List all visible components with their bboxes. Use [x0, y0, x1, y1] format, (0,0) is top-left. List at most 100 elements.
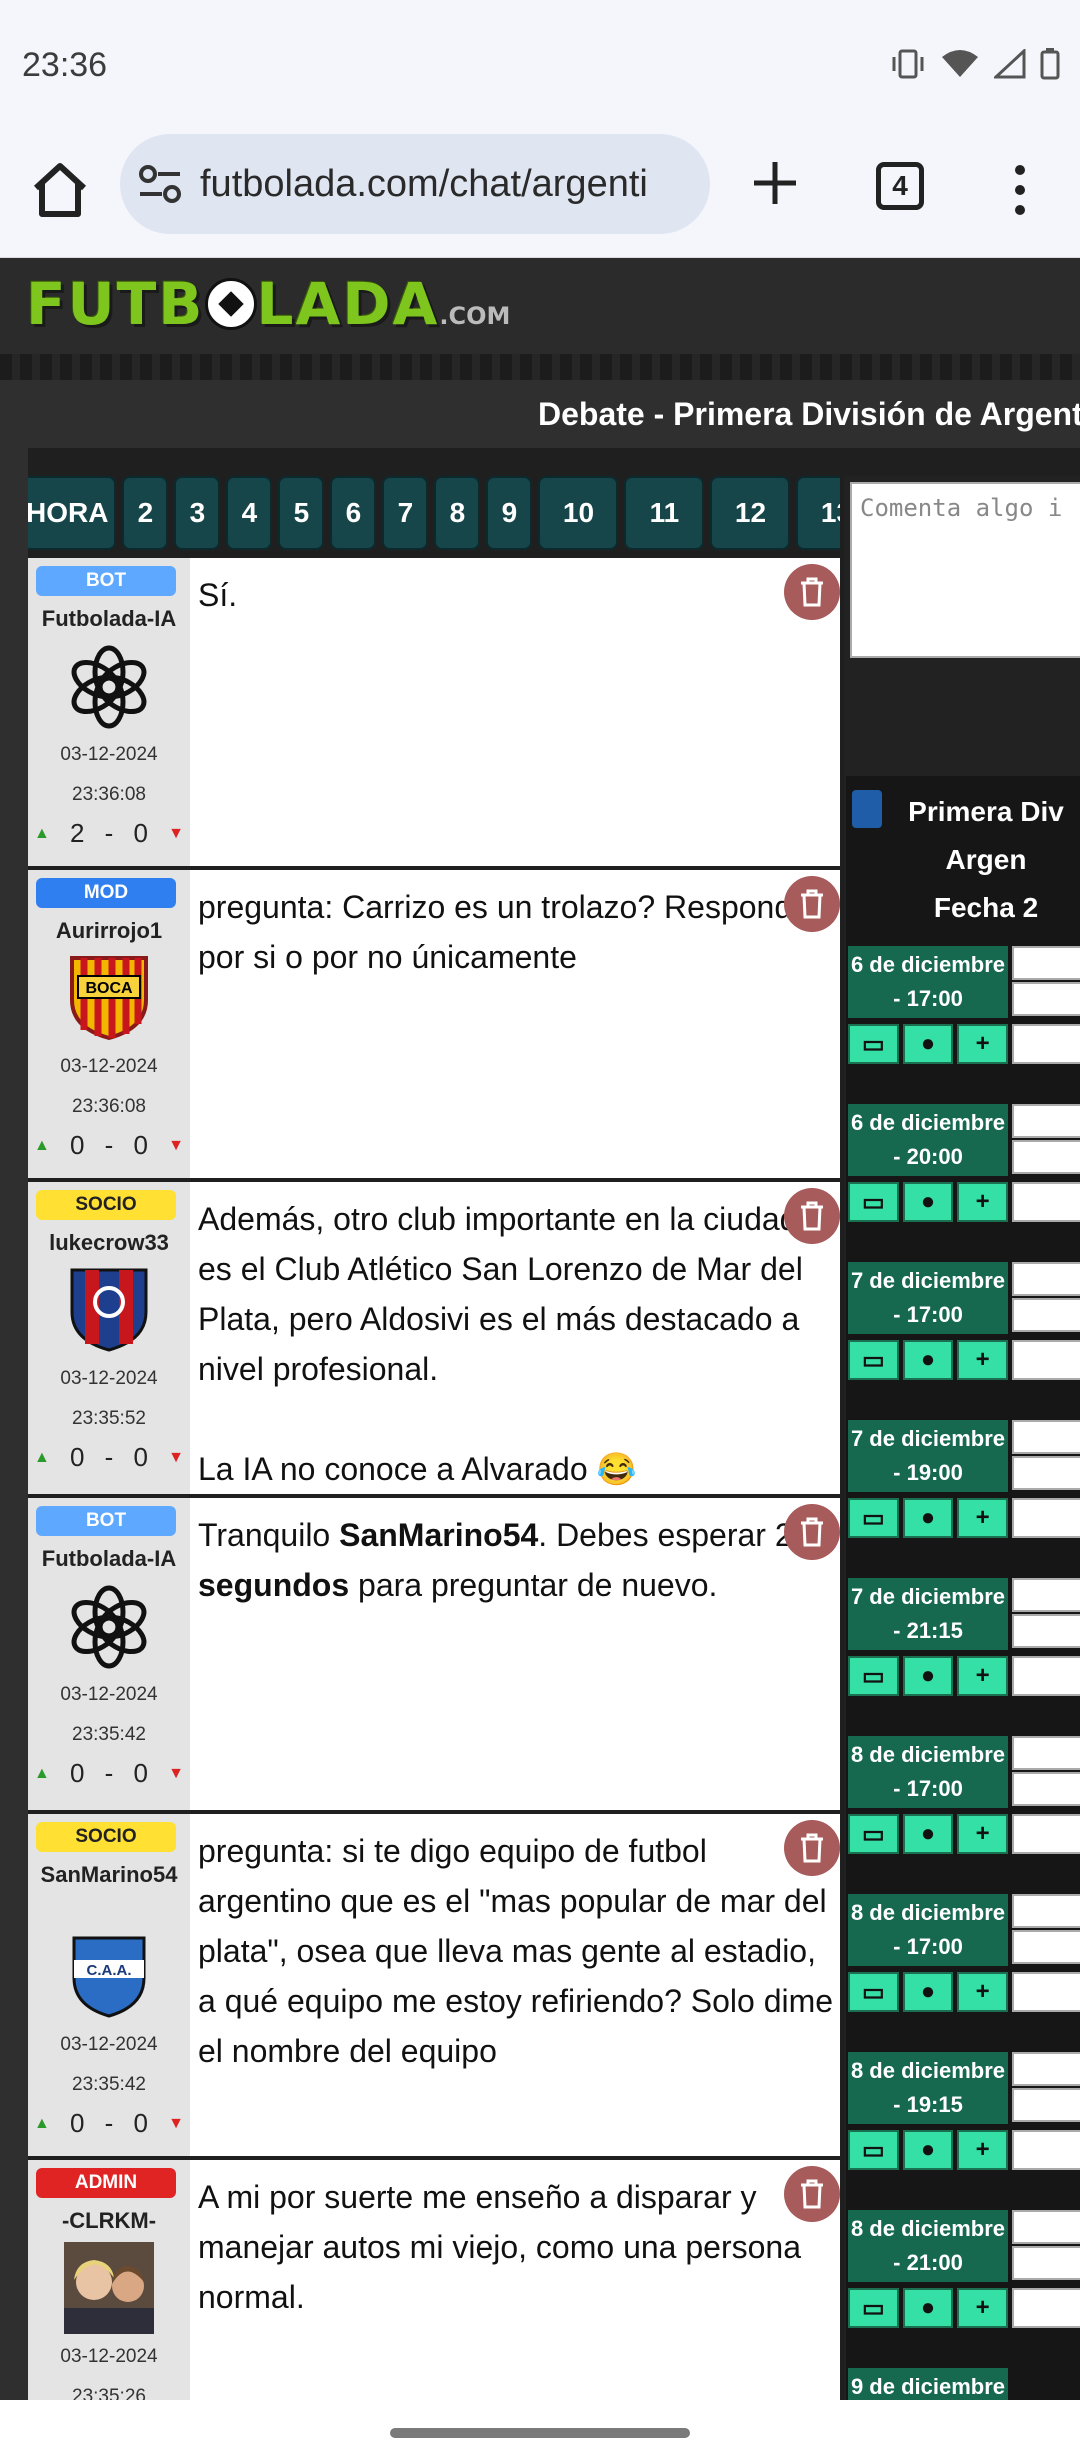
openai-logo-icon [71, 1585, 147, 1669]
thumbs-up-icon[interactable]: ▲ [34, 1449, 50, 1467]
page-button[interactable]: 9 [486, 476, 533, 550]
signal-icon [994, 49, 1026, 79]
add-button[interactable]: + [957, 2288, 1009, 2328]
page-button[interactable]: 4 [226, 476, 273, 550]
fixture-date[interactable]: 7 de diciembre - 17:00 [848, 1262, 1008, 1334]
fixture-date[interactable]: 7 de diciembre - 21:15 [848, 1578, 1008, 1650]
page-button[interactable]: 3 [174, 476, 221, 550]
page-button[interactable]: 13 [796, 476, 840, 550]
like-count: 0 [70, 1442, 85, 1472]
comment-paragraph: La IA no conoce a Alvarado 😂 [198, 1451, 637, 1487]
openai-logo-icon [71, 645, 147, 729]
add-button[interactable]: + [957, 1656, 1009, 1696]
page-button[interactable]: 5 [278, 476, 325, 550]
tv-icon[interactable]: ▭ [848, 1814, 899, 1854]
page-button[interactable]: HORA [28, 476, 117, 550]
tv-icon[interactable]: ▭ [848, 1182, 899, 1222]
soccer-ball-icon[interactable]: ● [902, 1182, 954, 1222]
gesture-navigation-bar [0, 2400, 1080, 2460]
home-gesture-handle[interactable] [390, 2428, 690, 2438]
page-button[interactable]: 10 [538, 476, 619, 550]
delete-button[interactable] [784, 1188, 840, 1244]
username[interactable]: Aurirrojo1 [28, 914, 190, 948]
username[interactable]: Futbolada-IA [28, 1542, 190, 1576]
fixture-date[interactable]: 9 de diciembre [848, 2368, 1008, 2400]
fixture-date[interactable]: 6 de diciembre - 17:00 [848, 946, 1008, 1018]
add-button[interactable]: + [957, 1340, 1009, 1380]
delete-button[interactable] [784, 1504, 840, 1560]
page-button[interactable]: 12 [710, 476, 791, 550]
role-badge: BOT [36, 1506, 176, 1536]
comment-input[interactable]: Comenta algo i [850, 482, 1080, 658]
thumbs-up-icon[interactable]: ▲ [34, 825, 50, 843]
add-button[interactable]: + [957, 1972, 1009, 2012]
role-badge: SOCIO [36, 1822, 176, 1852]
fixture-date[interactable]: 8 de diciembre - 17:00 [848, 1894, 1008, 1966]
username[interactable]: SanMarino54 [34, 1858, 184, 1892]
page-button[interactable]: 6 [330, 476, 377, 550]
site-settings-icon[interactable] [138, 164, 182, 204]
comment-date: 03-12-2024 [60, 2034, 158, 2055]
thumbs-down-icon[interactable]: ▼ [168, 1137, 184, 1155]
fixture-actions: ▭ ● + [848, 1972, 1009, 2012]
home-icon[interactable] [28, 158, 92, 222]
delete-button[interactable] [784, 564, 840, 620]
vote-separator: - [104, 2108, 114, 2138]
fixture-actions: ▭ ● + [848, 1024, 1009, 1064]
page-button[interactable]: 8 [434, 476, 481, 550]
more-options-icon[interactable] [1010, 160, 1030, 220]
add-button[interactable]: + [957, 1182, 1009, 1222]
tv-icon[interactable]: ▭ [848, 1498, 899, 1538]
add-button[interactable]: + [957, 2130, 1009, 2170]
add-button[interactable]: + [957, 1024, 1009, 1064]
delete-button[interactable] [784, 876, 840, 932]
soccer-ball-icon[interactable]: ● [902, 2130, 954, 2170]
page-button[interactable]: 7 [382, 476, 429, 550]
league-title: Primera Div Argen Fecha 2 [908, 796, 1064, 923]
soccer-ball-icon[interactable]: ● [902, 1024, 954, 1064]
comment-time: 23:35:42 [72, 2074, 146, 2095]
tv-icon[interactable]: ▭ [848, 1340, 899, 1380]
thumbs-down-icon[interactable]: ▼ [168, 1449, 184, 1467]
thumbs-up-icon[interactable]: ▲ [34, 1765, 50, 1783]
tab-switcher-button[interactable]: 4 [876, 162, 924, 210]
delete-button[interactable] [784, 1820, 840, 1876]
username[interactable]: lukecrow33 [28, 1226, 190, 1260]
delete-button[interactable] [784, 2166, 840, 2222]
thumbs-up-icon[interactable]: ▲ [34, 2115, 50, 2133]
tv-icon[interactable]: ▭ [848, 2130, 899, 2170]
fixture-date[interactable]: 7 de diciembre - 19:00 [848, 1420, 1008, 1492]
add-button[interactable]: + [957, 1498, 1009, 1538]
fixture-result [1012, 1182, 1080, 1222]
username[interactable]: Futbolada-IA [28, 602, 190, 636]
header-band [0, 354, 1080, 380]
soccer-ball-icon[interactable]: ● [902, 2288, 954, 2328]
tv-icon[interactable]: ▭ [848, 1024, 899, 1064]
fixture-date[interactable]: 8 de diciembre - 21:00 [848, 2210, 1008, 2282]
username[interactable]: -CLRKM- [28, 2204, 190, 2238]
tv-icon[interactable]: ▭ [848, 1656, 899, 1696]
page-button[interactable]: 11 [624, 476, 705, 550]
thumbs-down-icon[interactable]: ▼ [168, 1765, 184, 1783]
soccer-ball-icon[interactable]: ● [902, 1340, 954, 1380]
tv-icon[interactable]: ▭ [848, 1972, 899, 2012]
address-bar[interactable]: futbolada.com/chat/argenti [120, 134, 710, 234]
tv-icon[interactable]: ▭ [848, 2288, 899, 2328]
soccer-ball-icon[interactable]: ● [902, 1656, 954, 1696]
fixture-date[interactable]: 6 de diciembre - 20:00 [848, 1104, 1008, 1176]
fixture-date[interactable]: 8 de diciembre - 17:00 [848, 1736, 1008, 1808]
soccer-ball-icon[interactable]: ● [902, 1814, 954, 1854]
soccer-ball-icon[interactable]: ● [902, 1972, 954, 2012]
fixture-teams [1012, 1578, 1080, 1650]
fixture-date[interactable]: 8 de diciembre - 19:15 [848, 2052, 1008, 2124]
thumbs-down-icon[interactable]: ▼ [168, 2115, 184, 2133]
comment-text: A mi por suerte me enseño a disparar y m… [198, 2179, 801, 2315]
futbolada-logo[interactable]: FUTB LADA.COM [26, 270, 510, 338]
new-tab-icon[interactable] [750, 158, 800, 208]
add-button[interactable]: + [957, 1814, 1009, 1854]
page-button[interactable]: 2 [122, 476, 169, 550]
page-body: Debate - Primera División de Argent HORA… [0, 380, 1080, 2400]
thumbs-down-icon[interactable]: ▼ [168, 825, 184, 843]
soccer-ball-icon[interactable]: ● [902, 1498, 954, 1538]
thumbs-up-icon[interactable]: ▲ [34, 1137, 50, 1155]
